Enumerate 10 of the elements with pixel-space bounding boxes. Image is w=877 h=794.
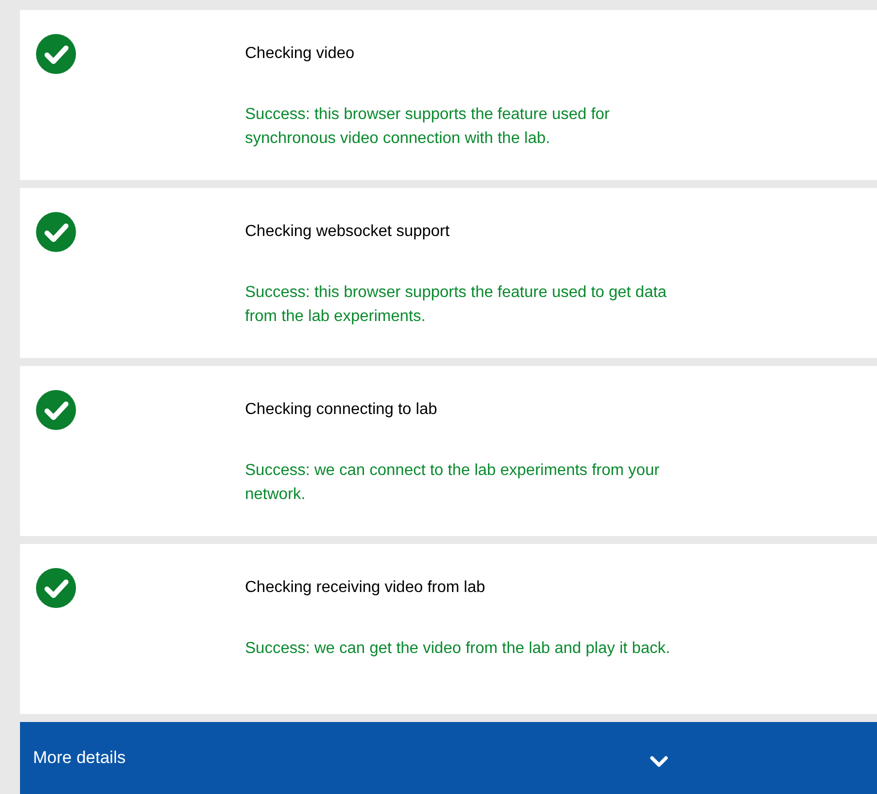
- check-message: Success: we can connect to the lab experiments from your network.: [245, 461, 660, 505]
- check-message: Success: this browser supports the feature used to get data from the lab experiments.: [245, 283, 668, 327]
- check-message: Success: we can get the video from the lab and play it back.: [245, 639, 672, 659]
- check-title: Checking websocket support: [245, 222, 451, 242]
- check-title: Checking video: [245, 44, 356, 64]
- check-message: Success: this browser supports the feature used for synchronous video connection with the lab.: [245, 105, 611, 149]
- check-title: Checking receiving video from lab: [245, 578, 486, 598]
- more-details-label: More details: [32, 747, 126, 770]
- more-details-bar[interactable]: More details: [20, 722, 877, 794]
- check-title: Checking connecting to lab: [245, 400, 438, 420]
